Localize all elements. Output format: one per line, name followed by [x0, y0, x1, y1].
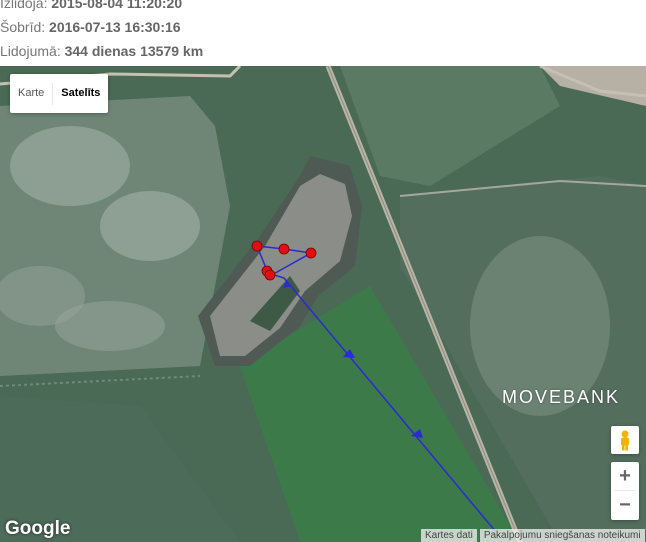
flight-label: Lidojumā:	[0, 43, 61, 59]
current-line: Šobrīd: 2016-07-13 16:30:16	[0, 19, 181, 35]
satellite-map[interactable]: Karte Satelīts MOVEBANK + − Google Karte…	[0, 66, 646, 542]
current-label: Šobrīd:	[0, 19, 46, 35]
map-attribution: Kartes dati Pakalpojumu sniegšanas notei…	[421, 529, 645, 542]
track-info-panel: Izlidoja: 2015-08-04 11:20:20 Šobrīd: 20…	[0, 0, 646, 66]
track-point-5	[264, 269, 276, 281]
departure-value: 2015-08-04 11:20:20	[51, 0, 183, 11]
map-type-control: Karte Satelīts	[10, 74, 109, 113]
pegman-icon[interactable]	[611, 426, 639, 454]
terms-of-service-link[interactable]: Pakalpojumu sniegšanas noteikumi	[479, 529, 645, 542]
track-point-1	[251, 240, 263, 252]
track-polyline	[255, 245, 497, 533]
track-line	[255, 245, 497, 533]
track-point-2	[278, 243, 290, 255]
flight-line: Lidojumā: 344 dienas 13579 km	[0, 43, 203, 59]
zoom-out-icon[interactable]: −	[611, 491, 639, 519]
track-point-3	[305, 247, 317, 259]
current-value: 2016-07-13 16:30:16	[49, 19, 181, 35]
movebank-watermark: MOVEBANK	[502, 387, 621, 407]
departure-label: Izlidoja:	[0, 0, 48, 11]
map-type-satellite-button[interactable]: Satelīts	[53, 74, 108, 113]
google-logo: Google	[5, 518, 71, 539]
track-arrow-1	[411, 429, 423, 438]
map-type-karte-button[interactable]: Karte	[10, 74, 52, 113]
zoom-in-icon[interactable]: +	[611, 462, 639, 490]
zoom-control: + −	[611, 462, 639, 520]
flight-value: 344 dienas 13579 km	[64, 43, 204, 59]
departure-line: Izlidoja: 2015-08-04 11:20:20	[0, 0, 182, 11]
map-data-link[interactable]: Kartes dati	[421, 529, 477, 542]
track-overlay	[251, 240, 497, 533]
